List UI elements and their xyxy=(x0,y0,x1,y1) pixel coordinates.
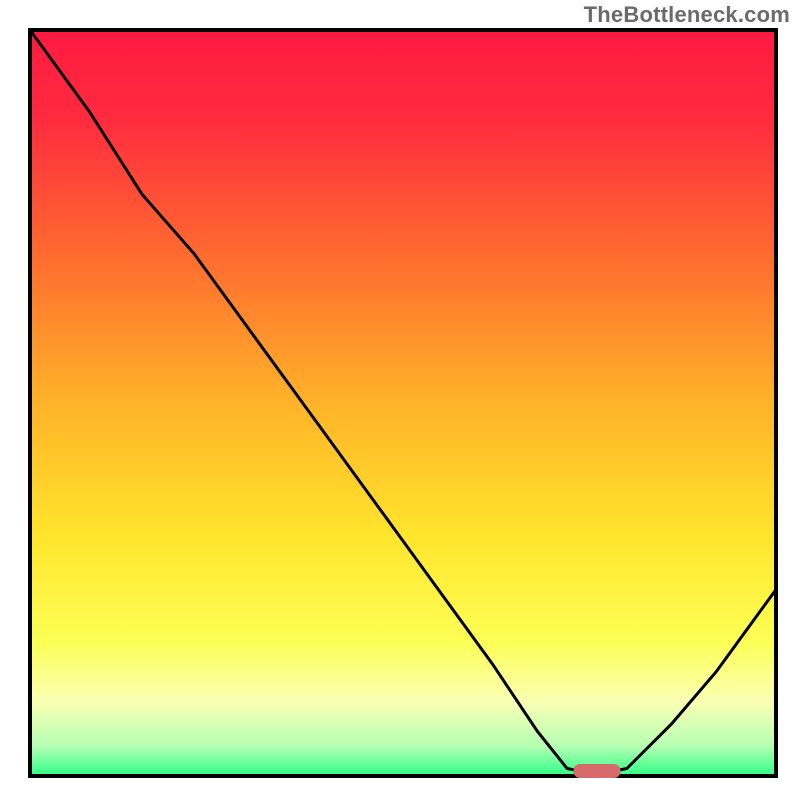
bottleneck-chart xyxy=(0,0,800,800)
chart-container: TheBottleneck.com xyxy=(0,0,800,800)
watermark-text: TheBottleneck.com xyxy=(584,2,790,28)
plot-background xyxy=(30,30,776,776)
optimal-marker xyxy=(574,765,620,778)
